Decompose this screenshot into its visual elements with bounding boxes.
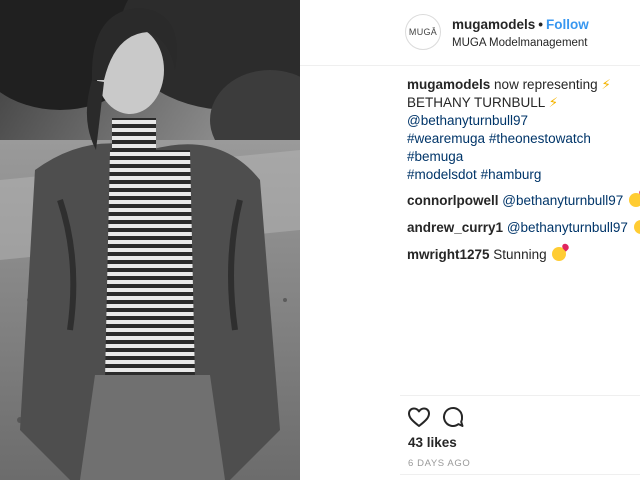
caption: mugamodels now representing ⚡ BETHANY TU… bbox=[407, 76, 637, 184]
post-details: MUGĀ mugamodels • Follow MUGA Modelmanagem… bbox=[300, 0, 640, 480]
caption-username[interactable]: mugamodels bbox=[407, 77, 490, 92]
lightning-icon: ⚡ bbox=[548, 95, 559, 110]
kiss-emoji-icon bbox=[633, 220, 640, 234]
post-photo[interactable] bbox=[0, 0, 300, 480]
comment-username[interactable]: connorlpowell bbox=[407, 193, 499, 208]
comment-bubble-icon[interactable] bbox=[441, 405, 465, 429]
post-timestamp[interactable]: 6 DAYS AGO bbox=[408, 458, 470, 469]
heart-outline-icon[interactable] bbox=[407, 405, 431, 429]
mention-link[interactable]: @bethanyturnbull97 bbox=[507, 220, 628, 235]
hashtag-link[interactable]: #wearemuga bbox=[407, 131, 485, 146]
caption-text-2: BETHANY TURNBULL bbox=[407, 95, 545, 110]
comment-item: connorlpowell @bethanyturnbull97 bbox=[407, 192, 640, 210]
mention-link[interactable]: @bethanyturnbull97 bbox=[407, 113, 528, 128]
mention-link[interactable]: @bethanyturnbull97 bbox=[502, 193, 623, 208]
comment-username[interactable]: andrew_curry1 bbox=[407, 220, 503, 235]
header-line: mugamodels • Follow bbox=[452, 17, 589, 32]
likes-count[interactable]: 43 likes bbox=[408, 435, 457, 450]
hashtag-link[interactable]: #theonestowatch bbox=[489, 131, 591, 146]
caption-text: now representing bbox=[494, 77, 598, 92]
comment-username[interactable]: mwright1275 bbox=[407, 247, 490, 262]
hashtag-link[interactable]: #modelsdot bbox=[407, 167, 477, 182]
location-link[interactable]: MUGA Modelmanagement bbox=[452, 37, 588, 49]
follow-button[interactable]: Follow bbox=[546, 17, 589, 32]
avatar[interactable]: MUGĀ bbox=[405, 14, 441, 50]
comment-item: mwright1275 Stunning bbox=[407, 246, 637, 264]
comment-item: andrew_curry1 @bethanyturnbull97 bbox=[407, 219, 640, 237]
separator-dot: • bbox=[538, 17, 544, 32]
comments-list: mugamodels now representing ⚡ BETHANY TU… bbox=[407, 76, 640, 273]
hashtag-link[interactable]: #hamburg bbox=[481, 167, 542, 182]
comment-text: Stunning bbox=[493, 247, 547, 262]
photo-image bbox=[0, 0, 300, 480]
lightning-icon: ⚡ bbox=[601, 77, 611, 92]
divider bbox=[400, 474, 640, 475]
hashtag-link[interactable]: #bemuga bbox=[407, 149, 463, 164]
post-header: MUGĀ mugamodels • Follow MUGA Modelmanagem… bbox=[300, 0, 640, 66]
divider bbox=[400, 395, 640, 396]
kiss-emoji-icon bbox=[552, 247, 567, 261]
header-username[interactable]: mugamodels bbox=[452, 17, 535, 32]
kiss-emoji-icon bbox=[629, 193, 640, 207]
